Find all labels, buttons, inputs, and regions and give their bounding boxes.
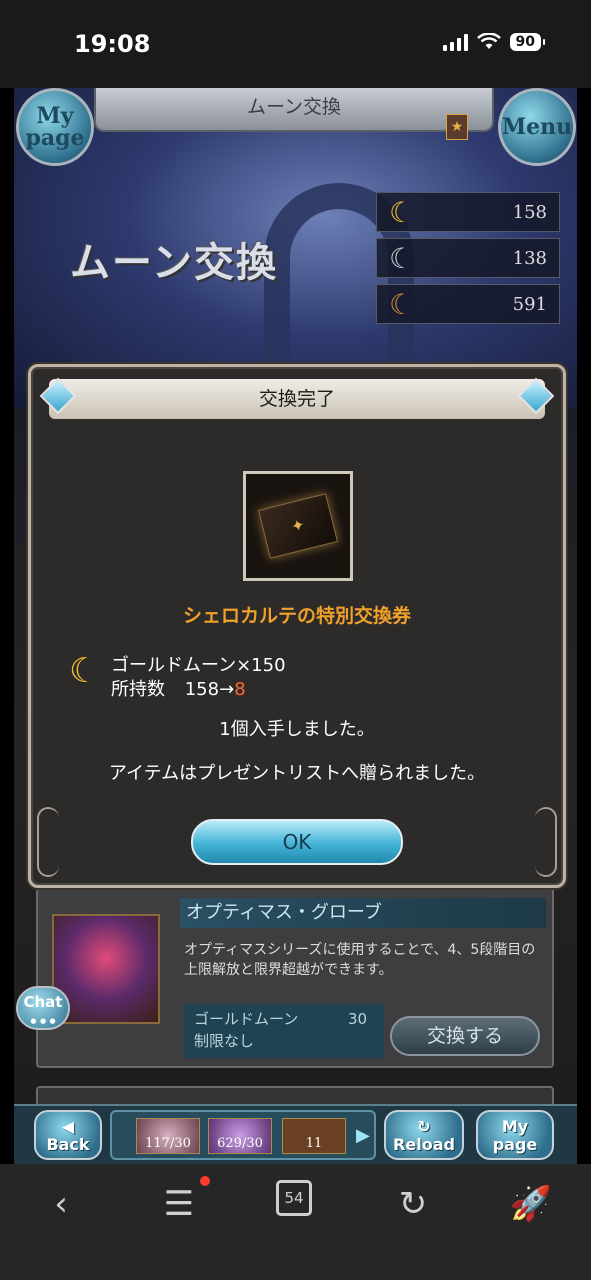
chevron-right-icon[interactable]: ▶ <box>356 1122 372 1150</box>
item-description: オプティマスシリーズに使用することで、4、5段階目の上限解放と限界超越ができます… <box>184 942 536 978</box>
ok-button[interactable]: OK <box>191 819 403 865</box>
dialog-item-name: シェロカルテの特別交換券 <box>182 605 411 627</box>
browser-toolbar: ‹ ☰ 54 ↻ 🚀 <box>0 1164 591 1280</box>
resource-slot[interactable]: 117/30 <box>136 1118 200 1154</box>
status-icons: 90 <box>442 33 546 51</box>
star-icon: ★ <box>446 114 468 140</box>
notification-dot <box>200 1176 210 1186</box>
cost-currency: ゴールドムーン <box>194 1010 299 1028</box>
frame-ornament <box>535 807 557 877</box>
page-header: ムーン交換 <box>94 88 494 132</box>
back-button[interactable]: ◀ Back <box>34 1110 102 1160</box>
gold-moon-icon: ☾ <box>69 651 100 691</box>
back-arrow-icon: ◀ <box>61 1117 75 1136</box>
tabs-button[interactable]: 54 <box>276 1180 312 1216</box>
mypage-button[interactable]: My page <box>16 88 94 166</box>
obtained-message: 1個入手しました。 <box>219 719 375 740</box>
silver-moon-count: ☾ 138 <box>376 238 560 278</box>
exchange-button[interactable]: 交換する <box>390 1016 540 1056</box>
resource-slot[interactable]: 11 <box>282 1118 346 1154</box>
bronze-moon-count: ☾ 591 <box>376 284 560 324</box>
cost-amount: 30 <box>348 1010 368 1028</box>
resource-bar[interactable]: 117/30 629/30 11 ▶ <box>110 1110 376 1160</box>
status-time: 19:08 <box>74 30 151 58</box>
list-item: オプティマス・グローブ オプティマスシリーズに使用することで、4、5段階目の上限… <box>36 888 554 1068</box>
back-icon[interactable]: ‹ <box>36 1184 86 1224</box>
mypage-bottom-button[interactable]: My page <box>476 1110 554 1160</box>
frame-ornament <box>37 807 59 877</box>
cost-label: ゴールドムーン×150 <box>111 655 286 676</box>
resource-slot[interactable]: 629/30 <box>208 1118 272 1154</box>
battery-indicator: 90 <box>509 33 546 51</box>
present-list-message: アイテムはプレゼントリストへ贈られました。 <box>108 763 486 784</box>
item-image: ✦ <box>243 471 353 581</box>
exchange-limit: 制限なし <box>194 1032 255 1050</box>
signal-icon <box>442 33 468 51</box>
menu-button[interactable]: Menu <box>498 88 576 166</box>
gold-moon-icon: ☾ <box>389 195 415 229</box>
item-cost: ゴールドムーン 30 制限なし <box>184 1004 384 1058</box>
game-bottom-bar: ◀ Back 117/30 629/30 11 ▶ ↻ Reload My pa… <box>14 1104 577 1164</box>
reload-button[interactable]: ↻ Reload <box>384 1110 464 1160</box>
moon-exchange-banner: ムーン交換 ☾ 158 ☾ 138 ☾ 591 <box>14 88 577 408</box>
bronze-moon-icon: ☾ <box>389 287 415 321</box>
exchange-complete-dialog: 交換完了 ✦ シェロカルテの特別交換券 ☾ ゴールドムーン×150 所持数 15… <box>28 364 566 888</box>
ticket-card-icon: ✦ <box>257 493 339 559</box>
dialog-title: 交換完了 <box>49 379 545 419</box>
banner-title: ムーン交換 <box>70 240 278 286</box>
item-name: オプティマス・グローブ <box>180 898 546 928</box>
reload-icon: ↻ <box>417 1117 431 1136</box>
rocket-icon[interactable]: 🚀 <box>506 1184 556 1224</box>
silver-moon-icon: ☾ <box>389 241 415 275</box>
status-bar: 19:08 90 <box>0 0 591 88</box>
gold-moon-count: ☾ 158 <box>376 192 560 232</box>
refresh-icon[interactable]: ↻ <box>388 1184 438 1224</box>
chat-button[interactable]: Chat ••• <box>16 986 70 1031</box>
wifi-icon <box>476 33 501 49</box>
held-count: 所持数 158→8 <box>111 679 246 700</box>
menu-icon[interactable]: ☰ <box>154 1184 204 1224</box>
